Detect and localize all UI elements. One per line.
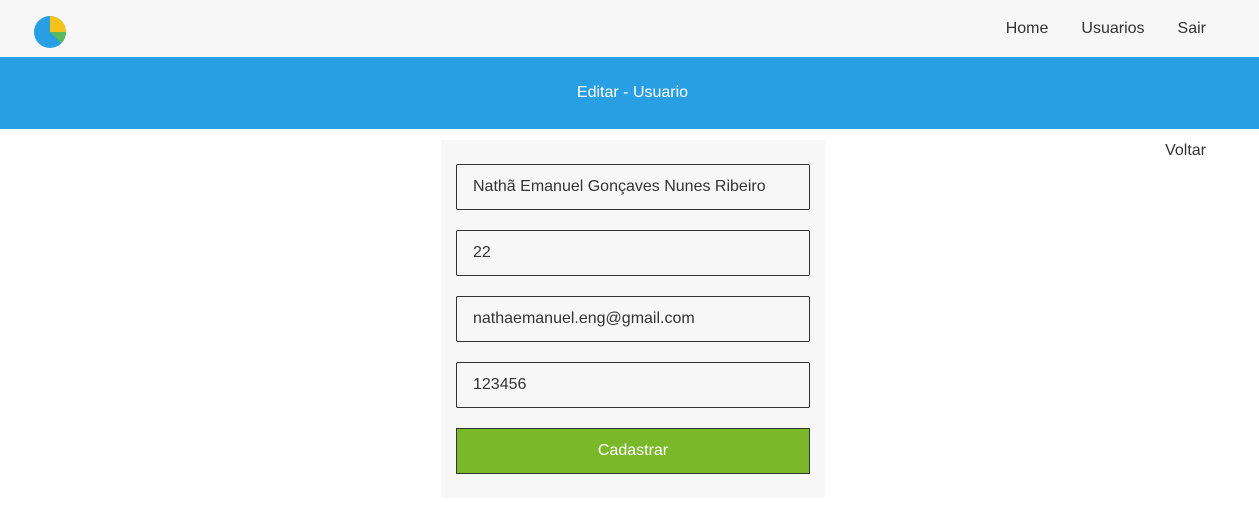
edit-user-form: Cadastrar — [441, 140, 825, 498]
name-input[interactable] — [456, 164, 810, 210]
submit-button[interactable]: Cadastrar — [456, 428, 810, 474]
email-input[interactable] — [456, 296, 810, 342]
pie-chart-icon[interactable] — [33, 15, 67, 49]
password-input[interactable] — [456, 362, 810, 408]
navbar: Home Usuarios Sair — [0, 0, 1259, 57]
nav-link-usuarios[interactable]: Usuarios — [1081, 0, 1144, 57]
nav-link-sair[interactable]: Sair — [1178, 0, 1206, 57]
back-link[interactable]: Voltar — [1165, 142, 1206, 160]
page-banner: Editar - Usuario — [0, 57, 1259, 129]
nav-link-home[interactable]: Home — [1006, 0, 1049, 57]
page-title: Editar - Usuario — [576, 84, 689, 101]
age-input[interactable] — [456, 230, 810, 276]
nav-links: Home Usuarios Sair — [1006, 0, 1206, 57]
